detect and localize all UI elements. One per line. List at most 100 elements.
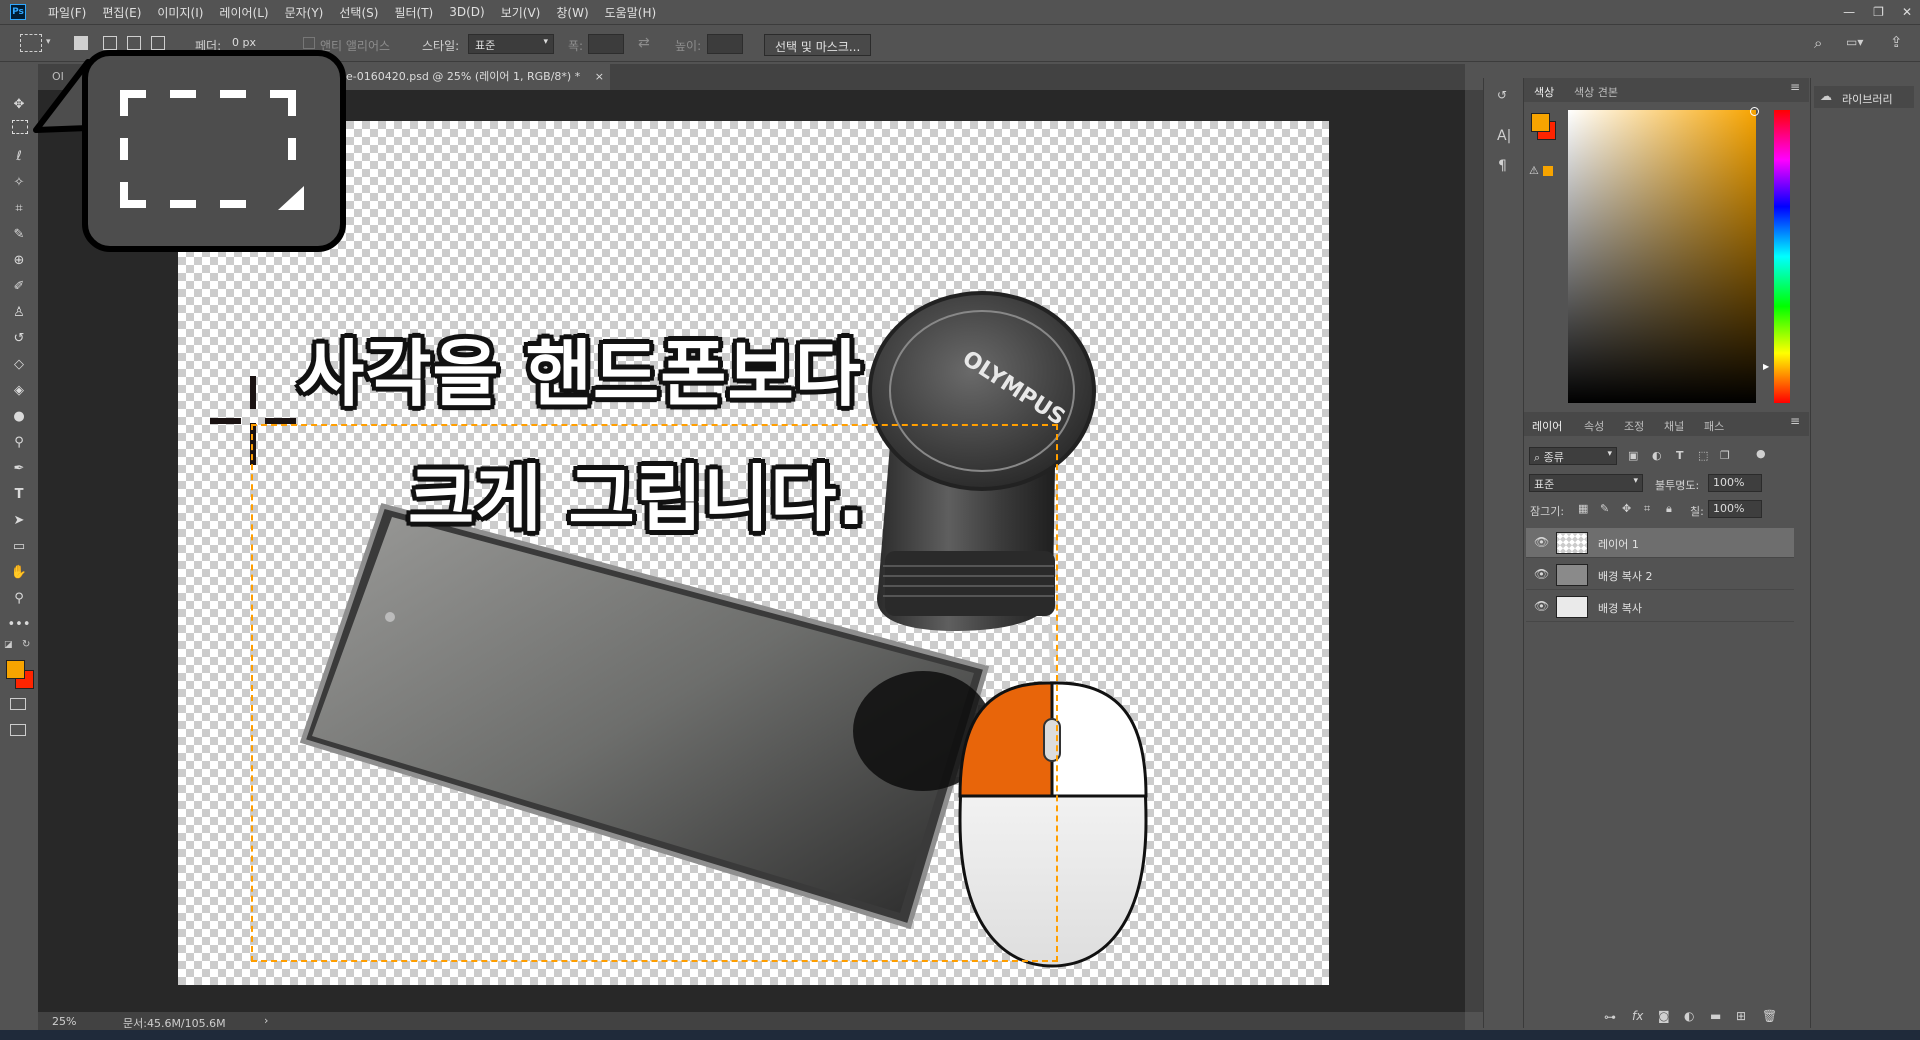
- tab-properties[interactable]: 속성: [1584, 418, 1604, 434]
- paint-bucket-tool-icon[interactable]: ◈: [9, 380, 29, 400]
- paragraph-panel-icon[interactable]: ¶: [1498, 158, 1507, 174]
- blend-mode-select[interactable]: 표준 ▾: [1529, 474, 1643, 492]
- opacity-input[interactable]: 100%: [1708, 474, 1762, 492]
- eye-icon[interactable]: 👁︎: [1534, 567, 1550, 583]
- eye-icon[interactable]: 👁︎: [1534, 535, 1550, 551]
- lock-image-icon[interactable]: ✎: [1600, 502, 1609, 515]
- trash-icon[interactable]: 🗑︎: [1762, 1009, 1777, 1023]
- move-tool-icon[interactable]: ✥: [9, 94, 29, 114]
- height-input[interactable]: [707, 34, 743, 54]
- tab-channels[interactable]: 채널: [1664, 418, 1684, 434]
- zoom-level[interactable]: 25%: [52, 1015, 76, 1028]
- crop-tool-icon[interactable]: ⌗: [9, 198, 29, 218]
- lock-position-icon[interactable]: ✥: [1622, 502, 1631, 515]
- close-tab-icon[interactable]: ×: [595, 64, 604, 90]
- layer-row[interactable]: 👁︎ 배경 복사 2: [1526, 560, 1794, 590]
- filter-smart-object-icon[interactable]: ❐: [1720, 449, 1730, 462]
- layer-style-fx-icon[interactable]: fx: [1632, 1009, 1643, 1023]
- brush-tool-icon[interactable]: ✐: [9, 276, 29, 296]
- document-tab-active[interactable]: e-0160420.psd @ 25% (레이어 1, RGB/8*) * ×: [340, 64, 610, 90]
- history-brush-tool-icon[interactable]: ↺: [9, 328, 29, 348]
- history-panel-icon[interactable]: ↺: [1497, 88, 1507, 102]
- type-tool-icon[interactable]: T: [9, 484, 29, 504]
- swap-colors-icon[interactable]: ↻: [22, 639, 30, 650]
- lock-artboard-icon[interactable]: ⌗: [1644, 502, 1650, 516]
- healing-brush-tool-icon[interactable]: ⊕: [9, 250, 29, 270]
- screen-mode-icon[interactable]: [10, 724, 26, 736]
- gamut-swatch[interactable]: [1543, 166, 1553, 176]
- restore-icon[interactable]: ❐: [1873, 5, 1884, 19]
- eye-icon[interactable]: 👁︎: [1534, 599, 1550, 615]
- filter-shape-icon[interactable]: ⬚: [1698, 449, 1708, 462]
- search-icon[interactable]: ⌕: [1814, 34, 1822, 52]
- lasso-tool-icon[interactable]: ℓ: [9, 146, 29, 166]
- tab-color[interactable]: 색상: [1534, 84, 1554, 100]
- menu-3d[interactable]: 3D(D): [441, 5, 492, 19]
- intersect-selection-icon[interactable]: [151, 36, 165, 50]
- menu-select[interactable]: 선택(S): [331, 4, 386, 21]
- filter-toggle-icon[interactable]: ●: [1756, 447, 1766, 460]
- new-layer-icon[interactable]: ⊞: [1736, 1009, 1746, 1023]
- clone-stamp-tool-icon[interactable]: ♙: [9, 302, 29, 322]
- tab-layers[interactable]: 레이어: [1532, 418, 1562, 434]
- menu-filter[interactable]: 필터(T): [386, 4, 441, 21]
- menu-image[interactable]: 이미지(I): [149, 4, 211, 21]
- dodge-tool-icon[interactable]: ⚲: [9, 432, 29, 452]
- rectangular-marquee-tool-icon[interactable]: [12, 120, 28, 134]
- layer-kind-filter[interactable]: ⌕ 종류 ▾: [1529, 447, 1617, 465]
- menu-view[interactable]: 보기(V): [493, 4, 549, 21]
- chevron-right-icon[interactable]: ›: [264, 1014, 268, 1027]
- layers-panel-menu-icon[interactable]: ≡: [1790, 414, 1800, 428]
- width-input[interactable]: [588, 34, 624, 54]
- add-mask-icon[interactable]: ◙: [1658, 1009, 1670, 1023]
- menu-window[interactable]: 창(W): [548, 4, 596, 21]
- eyedropper-tool-icon[interactable]: ✎: [9, 224, 29, 244]
- menu-edit[interactable]: 편집(E): [94, 4, 149, 21]
- filter-type-icon[interactable]: T: [1676, 449, 1684, 462]
- hue-slider-handle[interactable]: ▶: [1763, 362, 1769, 371]
- menu-file[interactable]: 파일(F): [40, 4, 94, 21]
- path-selection-tool-icon[interactable]: ➤: [9, 510, 29, 530]
- antialias-checkbox[interactable]: [303, 37, 315, 49]
- menu-help[interactable]: 도움말(H): [597, 4, 665, 21]
- character-panel-icon[interactable]: A|: [1497, 128, 1511, 144]
- vertical-scrollbar[interactable]: [1465, 90, 1483, 1012]
- foreground-color-swatch[interactable]: [6, 660, 25, 679]
- hand-tool-icon[interactable]: ✋: [9, 562, 29, 582]
- menu-type[interactable]: 문자(Y): [277, 4, 332, 21]
- eraser-tool-icon[interactable]: ◇: [9, 354, 29, 374]
- rectangle-tool-icon[interactable]: ▭: [9, 536, 29, 556]
- swap-icon[interactable]: ⇄: [638, 35, 650, 51]
- new-group-icon[interactable]: ▬: [1710, 1009, 1721, 1023]
- select-and-mask-button[interactable]: 선택 및 마스크...: [764, 34, 872, 56]
- menu-layer[interactable]: 레이어(L): [211, 4, 276, 21]
- color-picker-handle[interactable]: [1750, 107, 1759, 116]
- new-adjustment-layer-icon[interactable]: ◐: [1684, 1009, 1694, 1023]
- quick-mask-icon[interactable]: [10, 698, 26, 710]
- more-tools-icon[interactable]: •••: [8, 614, 31, 634]
- out-of-gamut-warning-icon[interactable]: ⚠: [1529, 164, 1539, 177]
- minimize-icon[interactable]: —: [1843, 5, 1855, 19]
- default-colors-icon[interactable]: ◪: [4, 640, 13, 650]
- filter-pixel-icon[interactable]: ▣: [1628, 449, 1638, 462]
- tab-paths[interactable]: 패스: [1704, 418, 1724, 434]
- lock-transparent-icon[interactable]: ▦: [1578, 502, 1588, 515]
- blur-tool-icon[interactable]: ●: [9, 406, 29, 426]
- hue-slider[interactable]: [1774, 110, 1790, 403]
- magic-wand-tool-icon[interactable]: ✧: [9, 172, 29, 192]
- fill-input[interactable]: 100%: [1708, 500, 1762, 518]
- share-icon[interactable]: ⇪: [1890, 33, 1903, 51]
- panel-foreground-swatch[interactable]: [1531, 113, 1550, 132]
- panel-menu-icon[interactable]: ≡: [1790, 80, 1800, 94]
- subtract-selection-icon[interactable]: [127, 36, 141, 50]
- add-selection-icon[interactable]: [103, 36, 117, 50]
- lock-all-icon[interactable]: 🔒︎: [1666, 502, 1672, 516]
- pen-tool-icon[interactable]: ✒: [9, 458, 29, 478]
- workspace-icon[interactable]: ▭▾: [1846, 35, 1863, 49]
- filter-adjustment-icon[interactable]: ◐: [1652, 449, 1662, 462]
- style-select[interactable]: 표준 ▾: [468, 34, 554, 54]
- new-selection-icon[interactable]: [74, 36, 88, 50]
- marquee-preset-icon[interactable]: [20, 34, 42, 52]
- close-window-icon[interactable]: ✕: [1902, 5, 1912, 19]
- tab-adjustments[interactable]: 조정: [1624, 418, 1644, 434]
